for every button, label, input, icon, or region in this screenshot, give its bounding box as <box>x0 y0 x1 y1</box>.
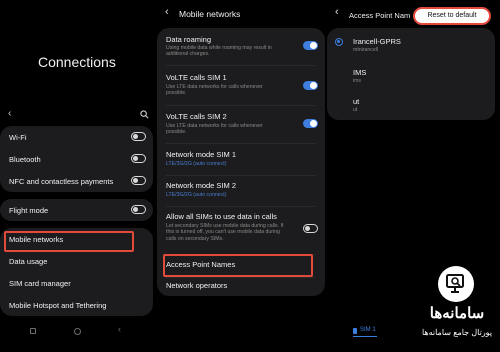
tab-underline <box>353 336 377 337</box>
item-value: LTE/3G/2G (auto connect) <box>166 161 227 167</box>
logo-circle-icon <box>438 266 474 302</box>
back-icon[interactable]: ‹ <box>8 108 11 119</box>
nfc-toggle[interactable] <box>131 176 146 185</box>
network-mode-sim1-item[interactable]: Network mode SIM 1 LTE/3G/2G (auto conne… <box>157 144 325 174</box>
mobile-networks-highlight <box>4 231 134 252</box>
network-mode-sim2-item[interactable]: Network mode SIM 2 LTE/3G/2G (auto conne… <box>157 176 325 206</box>
item-label: Network mode SIM 2 <box>166 181 237 190</box>
sim-card-icon <box>353 328 357 334</box>
monitor-search-icon <box>446 274 464 293</box>
watermark-title: سامانه‌ها <box>429 305 485 322</box>
item-label: Data roaming <box>166 35 212 44</box>
apn-item[interactable]: IMS ims <box>327 62 495 88</box>
apn-value: ims <box>353 78 362 84</box>
item-label: SIM card manager <box>9 279 71 288</box>
watermark-subtitle: پورتال جامع سامانه‌ها <box>421 328 493 337</box>
settings-group-flight: Flight mode <box>0 199 153 221</box>
item-label: Mobile Hotspot and Tethering <box>9 301 107 310</box>
page-title: Connections <box>38 54 116 70</box>
item-label: Wi-Fi <box>9 133 27 142</box>
sim1-tab[interactable]: SIM 1 <box>353 326 381 338</box>
item-label: Data usage <box>9 257 48 266</box>
item-description: Use LTE data networks for calls whenever… <box>166 84 263 97</box>
item-label: Bluetooth <box>9 155 41 164</box>
allow-all-sims-toggle[interactable] <box>303 224 318 233</box>
data-roaming-toggle[interactable] <box>303 41 318 50</box>
item-description: Use LTE data networks for calls whenever… <box>166 123 263 136</box>
reset-button-label: Reset to default <box>427 12 477 19</box>
wifi-item[interactable]: Wi-Fi <box>0 126 153 148</box>
volte-sim1-toggle[interactable] <box>303 81 318 90</box>
home-icon[interactable] <box>74 328 81 335</box>
back-icon[interactable]: ‹ <box>165 6 169 18</box>
back-nav-icon[interactable]: ‹ <box>118 324 121 334</box>
item-label: Allow all SIMs to use data in calls <box>166 212 277 221</box>
page-title: Mobile networks <box>179 9 241 19</box>
mobile-hotspot-item[interactable]: Mobile Hotspot and Tethering <box>0 294 153 316</box>
item-label: VoLTE calls SIM 1 <box>166 73 227 82</box>
item-label: NFC and contactless payments <box>9 177 114 186</box>
flight-mode-toggle[interactable] <box>131 205 146 214</box>
back-icon[interactable]: ‹ <box>335 6 339 18</box>
access-point-names-screen: ‹ Access Point Nam Reset to default Iran… <box>327 0 500 352</box>
connections-screen: Connections ‹ Wi-Fi Bluetooth NFC and co… <box>0 0 157 352</box>
item-label: Network mode SIM 1 <box>166 150 237 159</box>
nfc-item[interactable]: NFC and contactless payments <box>0 170 153 192</box>
item-description: Let secondary SIMs use mobile data durin… <box>166 223 284 242</box>
recents-icon[interactable] <box>30 328 36 334</box>
sim-card-manager-item[interactable]: SIM card manager <box>0 272 153 294</box>
apn-list-card: Irancell-GPRS mtnirancell IMS ims ut ut <box>327 28 495 120</box>
data-usage-item[interactable]: Data usage <box>0 250 153 272</box>
data-roaming-item[interactable]: Data roaming Using mobile data while roa… <box>157 28 325 64</box>
item-description: Using mobile data while roaming may resu… <box>166 45 272 58</box>
mobile-networks-screen: ‹ Mobile networks Data roaming Using mob… <box>157 0 327 352</box>
apn-item[interactable]: ut ut <box>327 91 495 117</box>
access-point-names-highlight <box>163 254 313 277</box>
bluetooth-toggle[interactable] <box>131 154 146 163</box>
volte-sim2-toggle[interactable] <box>303 119 318 128</box>
volte-sim2-item[interactable]: VoLTE calls SIM 2 Use LTE data networks … <box>157 106 325 142</box>
settings-group-wireless: Wi-Fi Bluetooth NFC and contactless paym… <box>0 126 153 192</box>
flight-mode-item[interactable]: Flight mode <box>0 199 153 221</box>
bluetooth-item[interactable]: Bluetooth <box>0 148 153 170</box>
apn-value: mtnirancell <box>353 47 379 53</box>
radio-selected-icon[interactable] <box>335 38 343 46</box>
item-label: VoLTE calls SIM 2 <box>166 112 227 121</box>
apn-value: ut <box>353 107 358 113</box>
allow-all-sims-item[interactable]: Allow all SIMs to use data in calls Let … <box>157 207 325 253</box>
sim-tab-label: SIM 1 <box>360 327 376 333</box>
apn-name: Irancell-GPRS <box>353 37 401 46</box>
apn-name: IMS <box>353 68 367 77</box>
reset-to-default-button[interactable]: Reset to default <box>413 7 491 25</box>
apn-name: ut <box>353 97 360 106</box>
wifi-toggle[interactable] <box>131 132 146 141</box>
page-title: Access Point Nam <box>349 11 411 20</box>
item-label: Network operators <box>166 281 228 290</box>
item-value: LTE/3G/2G (auto connect) <box>166 192 227 198</box>
search-icon[interactable] <box>140 110 149 119</box>
item-label: Flight mode <box>9 206 49 215</box>
watermark-logo: سامانه‌ها پورتال جامع سامانه‌ها <box>417 266 497 350</box>
apn-item[interactable]: Irancell-GPRS mtnirancell <box>327 30 495 58</box>
network-operators-item[interactable]: Network operators <box>157 278 325 296</box>
volte-sim1-item[interactable]: VoLTE calls SIM 1 Use LTE data networks … <box>157 66 325 104</box>
